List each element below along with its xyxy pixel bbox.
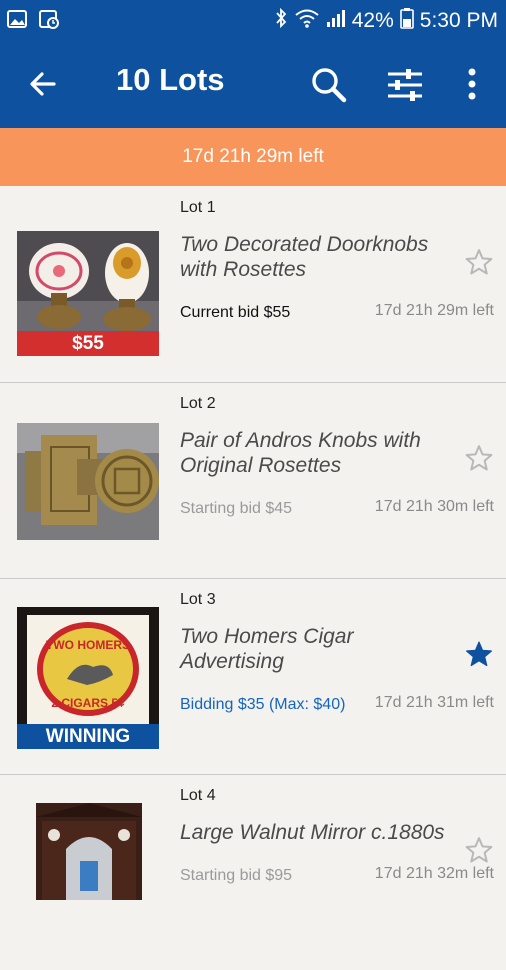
back-arrow-icon[interactable]: [24, 64, 64, 104]
sign-text-top: TWO HOMERS: [46, 638, 130, 652]
lot-number: Lot 4: [180, 787, 216, 804]
bid-status: Starting bid $95: [180, 867, 293, 884]
star-outline-icon[interactable]: [464, 835, 494, 865]
lot-title[interactable]: Pair of Andros Knobs with Original Roset…: [180, 428, 450, 478]
lot-list-item[interactable]: Lot 1 $55 Two Decorated Doorknobs with R…: [0, 187, 506, 383]
auction-time-left: 17d 21h 29m left: [182, 146, 324, 167]
winning-badge: WINNING: [17, 724, 159, 749]
sign-text-bottom: 2 CIGARS 5¢: [51, 696, 125, 710]
lot-number: Lot 3: [180, 591, 216, 608]
bid-status: Bidding $35 (Max: $40): [180, 696, 346, 713]
bid-status: Current bid $55: [180, 304, 291, 321]
star-outline-icon[interactable]: [464, 443, 494, 473]
lot-thumbnail[interactable]: [36, 803, 142, 900]
brass-knobs-photo: [17, 423, 159, 540]
lot-list-item[interactable]: Lot 2 Pair of Andros Knobs with Original…: [0, 383, 506, 579]
current-bid-badge: $55: [17, 331, 159, 356]
lot-time-left: 17d 21h 29m left: [374, 302, 494, 319]
filter-sliders-icon[interactable]: [382, 62, 428, 108]
auction-time-left-banner: 17d 21h 29m left: [0, 128, 506, 186]
lot-title[interactable]: Two Homers Cigar Advertising: [180, 624, 450, 674]
lot-list-item[interactable]: Lot 4 Large Walnut Mirror c.1880s Starti…: [0, 775, 506, 970]
battery-icon: [399, 7, 414, 35]
status-bar-left: [6, 8, 60, 35]
lot-number: Lot 1: [180, 199, 216, 216]
lot-time-left: 17d 21h 30m left: [374, 498, 494, 515]
lot-title[interactable]: Large Walnut Mirror c.1880s: [180, 820, 450, 845]
bluetooth-icon: [274, 7, 288, 35]
status-bar-right: 42% 5:30 PM: [274, 7, 498, 35]
bid-status: Starting bid $45: [180, 500, 293, 517]
status-time: 5:30 PM: [419, 9, 498, 32]
lot-time-left: 17d 21h 31m left: [374, 694, 494, 711]
search-icon[interactable]: [306, 62, 352, 108]
lot-list-item[interactable]: Lot 3 TWO HOMERS 2 CIGARS 5¢ WINNING Two…: [0, 579, 506, 775]
wifi-icon: [294, 7, 320, 35]
battery-percent: 42%: [351, 9, 394, 32]
image-clock-icon: [38, 8, 60, 35]
more-vertical-icon[interactable]: [452, 62, 492, 108]
page-title: 10 Lots: [116, 62, 225, 97]
lot-time-left: 17d 21h 32m left: [374, 865, 494, 882]
lot-thumbnail[interactable]: TWO HOMERS 2 CIGARS 5¢ WINNING: [17, 607, 159, 749]
image-icon: [6, 8, 28, 35]
signal-icon: [326, 7, 346, 35]
status-bar: 42% 5:30 PM: [0, 0, 506, 40]
star-outline-icon[interactable]: [464, 247, 494, 277]
lot-thumbnail[interactable]: [17, 423, 159, 540]
lot-thumbnail[interactable]: $55: [17, 231, 159, 356]
lot-title[interactable]: Two Decorated Doorknobs with Rosettes: [180, 232, 450, 282]
lot-number: Lot 2: [180, 395, 216, 412]
walnut-mirror-photo: [36, 803, 142, 900]
star-filled-icon[interactable]: [464, 639, 494, 669]
app-bar: 10 Lots: [0, 40, 506, 128]
